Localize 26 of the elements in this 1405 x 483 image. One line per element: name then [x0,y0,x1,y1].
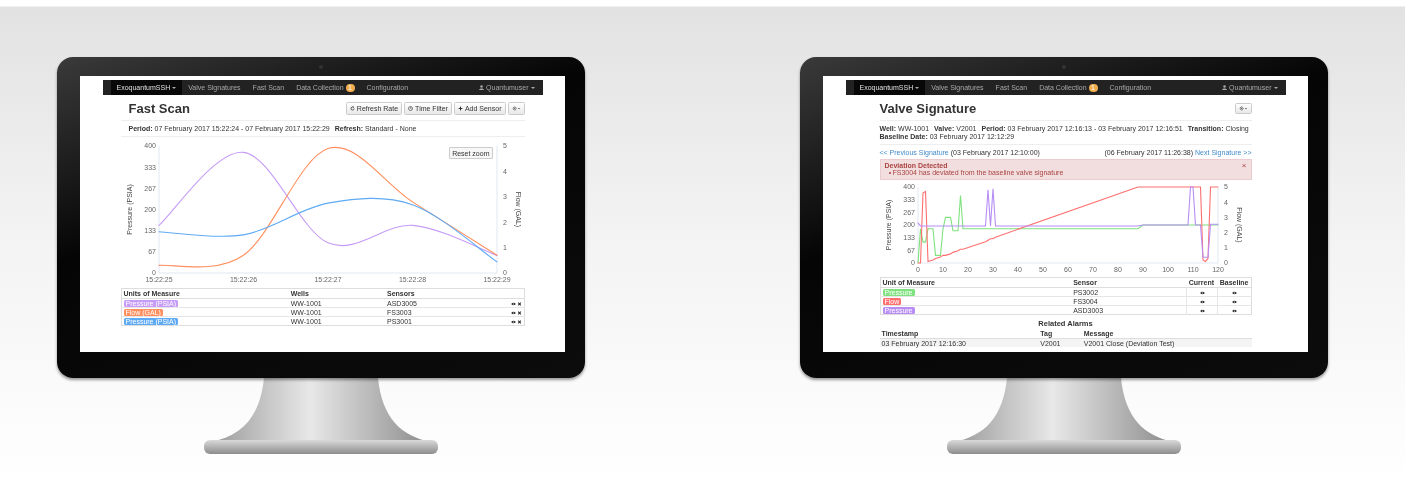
eye-icon[interactable] [1200,308,1206,313]
eye-icon[interactable] [1232,299,1238,304]
close-button[interactable]: × [1241,162,1247,170]
refresh-icon [349,106,355,111]
toolbar-button[interactable] [507,102,525,115]
user-icon [479,85,485,90]
caret-icon [915,86,920,89]
caret-icon [530,86,535,89]
remove-icon[interactable] [516,319,522,324]
clock-icon [408,106,414,111]
plus-icon [457,106,463,111]
remove-icon[interactable] [516,301,522,306]
eye-icon[interactable] [1200,290,1206,295]
caret-icon [1273,86,1278,89]
remove-icon[interactable] [516,310,522,315]
page-title: Valve Signature [879,101,977,116]
page-title: Fast Scan [128,101,190,116]
eye-icon[interactable] [510,310,516,315]
eye-icon[interactable] [510,301,516,306]
eye-icon[interactable] [1232,290,1238,295]
eye-icon[interactable] [1232,308,1238,313]
user-icon [1222,85,1228,90]
eye-icon[interactable] [510,319,516,324]
caret-icon [172,86,177,89]
toolbar-button[interactable] [1234,103,1252,114]
eye-icon[interactable] [1200,299,1206,304]
